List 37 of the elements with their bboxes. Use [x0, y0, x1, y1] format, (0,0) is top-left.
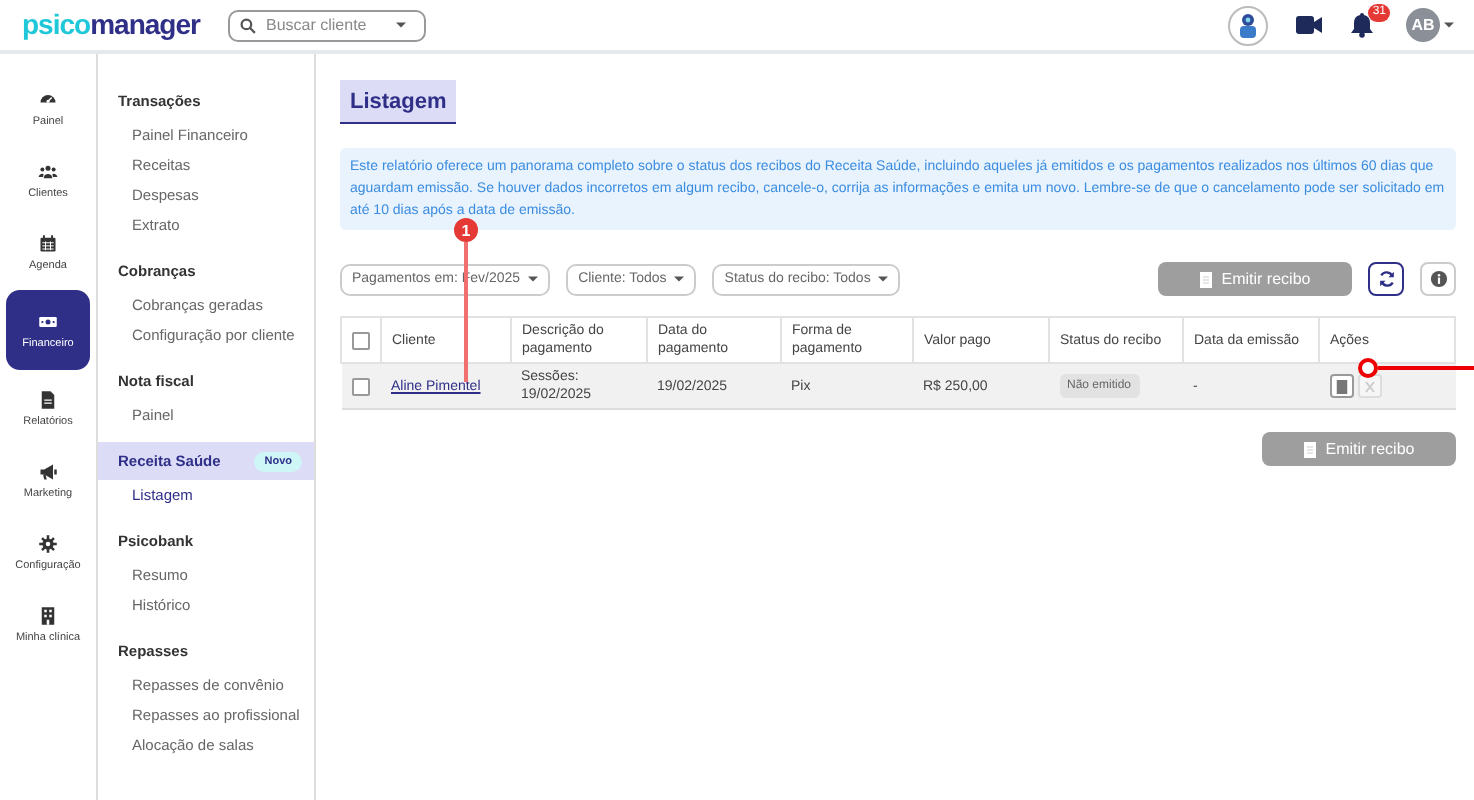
pointer-ring: [1358, 358, 1378, 378]
info-button[interactable]: [1420, 262, 1456, 296]
gauge-icon: [38, 89, 58, 109]
info-icon: [1429, 270, 1447, 288]
caret-icon: [878, 276, 889, 282]
caret-icon: [674, 276, 685, 282]
money-icon: [38, 311, 58, 331]
select-all-checkbox[interactable]: [352, 331, 370, 349]
video-camera-icon[interactable]: [1296, 16, 1322, 34]
leader-line: [1378, 366, 1474, 370]
search-field[interactable]: Buscar cliente: [228, 9, 426, 41]
close-icon: [1363, 379, 1375, 393]
gear-icon: [38, 533, 58, 553]
caret-icon[interactable]: [1444, 22, 1454, 28]
search-input[interactable]: Buscar cliente: [266, 16, 386, 34]
people-icon: [38, 161, 58, 181]
calendar-icon: [38, 233, 58, 253]
row-checkbox[interactable]: [351, 377, 369, 395]
refresh-icon: [1377, 270, 1395, 288]
document-icon: [1335, 379, 1347, 393]
search-icon: [240, 17, 256, 33]
document-icon: [1303, 441, 1316, 457]
megaphone-icon: [38, 461, 58, 481]
cancel-button[interactable]: [1357, 374, 1381, 398]
logo[interactable]: psicomanager: [20, 7, 202, 41]
caret-icon: [528, 276, 539, 282]
building-icon: [38, 605, 58, 625]
leader-line: [464, 242, 467, 382]
step-marker: 1: [454, 218, 478, 242]
refresh-button[interactable]: [1368, 262, 1404, 296]
robot-icon[interactable]: [1228, 5, 1268, 45]
bell-icon[interactable]: [1350, 11, 1374, 37]
page-title-tab[interactable]: Listagem: [340, 80, 457, 124]
document-button[interactable]: [1329, 374, 1353, 398]
file-icon: [38, 389, 58, 409]
caret-icon: [396, 22, 406, 28]
document-icon: [1199, 271, 1212, 287]
